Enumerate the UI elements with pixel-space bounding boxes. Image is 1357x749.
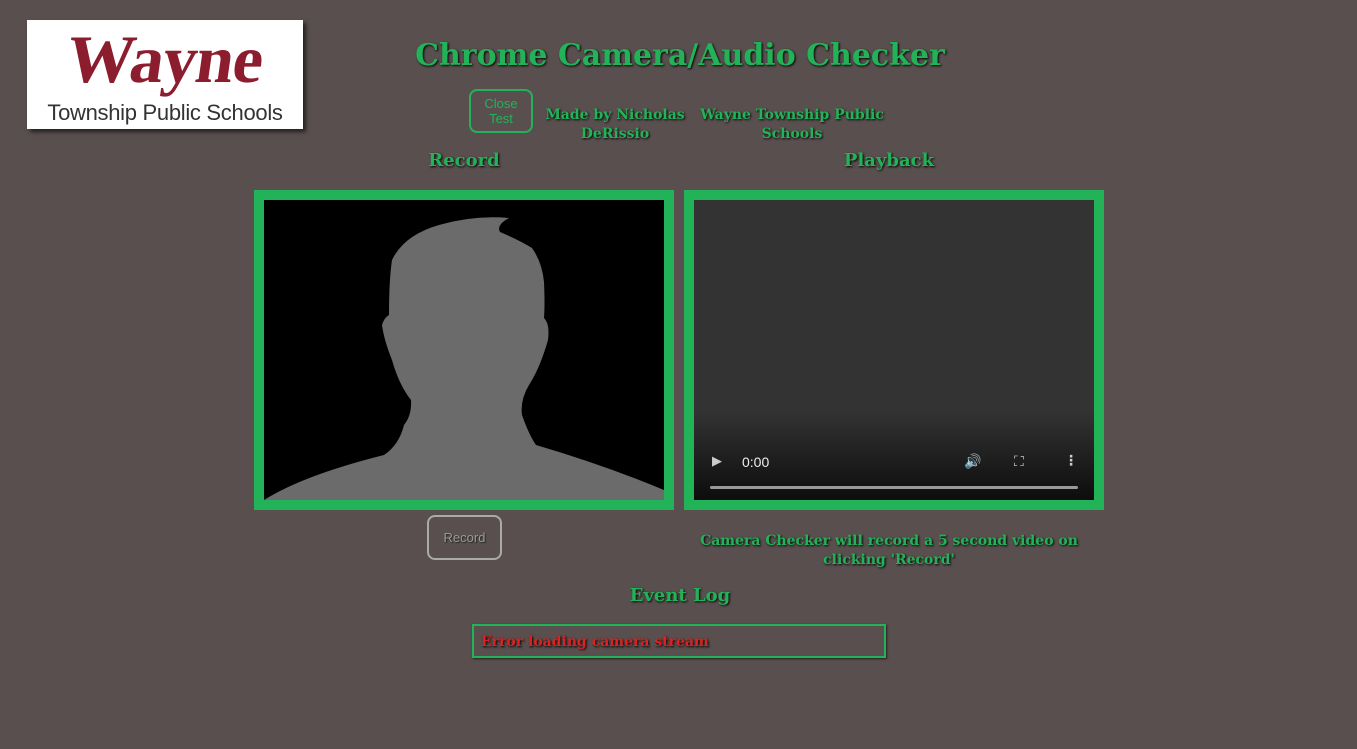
more-options-icon[interactable]: ⋮ [1064, 453, 1078, 469]
event-log-box: Error loading camera stream [472, 624, 886, 658]
fullscreen-icon[interactable]: ⛶ [1014, 454, 1024, 470]
record-button[interactable]: Record [427, 515, 502, 560]
record-heading: Record [428, 150, 500, 171]
close-test-button[interactable]: Close Test [469, 89, 533, 133]
school-logo: Wayne Township Public Schools [27, 20, 303, 129]
video-time: 0:00 [742, 454, 770, 470]
instructions-text: Camera Checker will record a 5 second vi… [700, 533, 1078, 568]
video-controls: ▶ 0:00 🔊 ⛶ ⋮ [694, 410, 1094, 500]
playback-video[interactable]: ▶ 0:00 🔊 ⛶ ⋮ [684, 190, 1104, 510]
log-entry: Error loading camera stream [481, 634, 709, 650]
logo-subtitle: Township Public Schools [47, 100, 283, 125]
page-title: Chrome Camera/Audio Checker [415, 38, 945, 73]
play-icon[interactable]: ▶ [712, 454, 722, 470]
volume-icon[interactable]: 🔊 [964, 454, 981, 470]
playback-heading: Playback [843, 150, 935, 171]
credit-author: Made by Nicholas DeRissio [545, 107, 685, 142]
person-silhouette-icon [264, 217, 664, 500]
logo-wordmark: Wayne [62, 21, 268, 97]
camera-preview [254, 190, 674, 510]
event-log-heading: Event Log [629, 585, 731, 606]
credit-organization: Wayne Township Public Schools [700, 107, 884, 142]
seek-bar[interactable] [710, 486, 1078, 489]
